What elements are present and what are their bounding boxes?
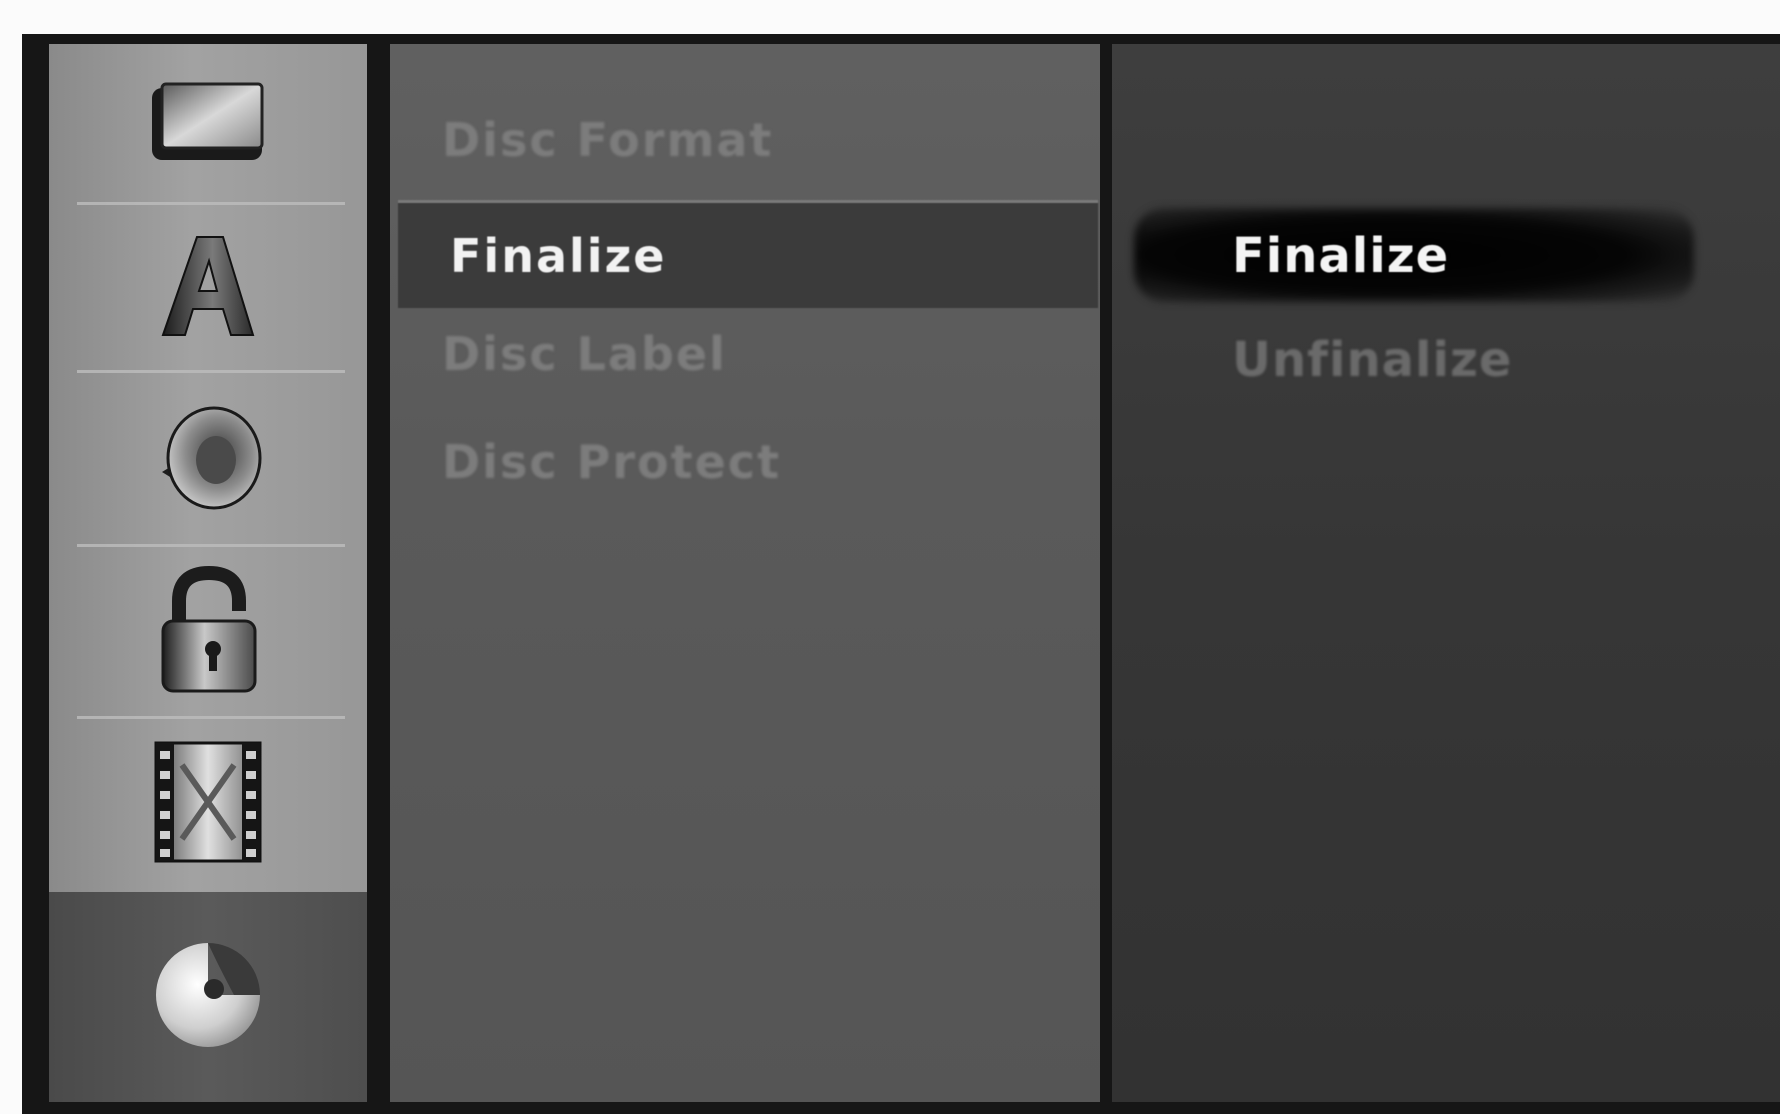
sidebar-item-lock[interactable] — [49, 548, 367, 716]
menu-item-disc-protect[interactable]: Disc Protect — [390, 408, 1100, 516]
menu-item-disc-format[interactable]: Disc Format — [390, 86, 1100, 194]
menu-item-finalize[interactable]: Finalize — [398, 200, 1098, 308]
disc-icon — [148, 935, 268, 1059]
sidebar-item-screen[interactable] — [49, 44, 367, 202]
option-label: Unfinalize — [1232, 332, 1513, 388]
sidebar-divider — [77, 716, 345, 719]
audio-icon — [148, 402, 268, 516]
lock-icon — [153, 565, 263, 699]
setup-menu-screen: Disc Format Finalize Disc Label Disc Pro… — [22, 34, 1780, 1114]
menu-item-label: Disc Format — [442, 113, 774, 167]
category-sidebar — [49, 44, 367, 1102]
sidebar-divider — [77, 370, 345, 373]
menu-item-label: Disc Label — [442, 327, 727, 381]
option-unfinalize[interactable]: Unfinalize — [1232, 310, 1512, 410]
sidebar-item-audio[interactable] — [49, 374, 367, 544]
menu-item-label: Finalize — [450, 228, 667, 283]
option-finalize[interactable]: Finalize — [1232, 206, 1449, 306]
sidebar-divider — [77, 544, 345, 547]
option-list: Finalize Unfinalize — [1112, 44, 1780, 1102]
sidebar-divider — [77, 202, 345, 205]
screen-icon — [148, 76, 268, 170]
menu-item-disc-label[interactable]: Disc Label — [390, 300, 1100, 408]
recording-icon — [148, 737, 268, 871]
menu-item-label: Disc Protect — [442, 435, 782, 489]
option-label: Finalize — [1232, 228, 1450, 284]
language-icon — [153, 231, 263, 345]
sidebar-item-recording[interactable] — [49, 720, 367, 888]
sidebar-item-disc[interactable] — [49, 892, 367, 1102]
menu-list: Disc Format Finalize Disc Label Disc Pro… — [390, 44, 1100, 1102]
sidebar-item-language[interactable] — [49, 206, 367, 370]
